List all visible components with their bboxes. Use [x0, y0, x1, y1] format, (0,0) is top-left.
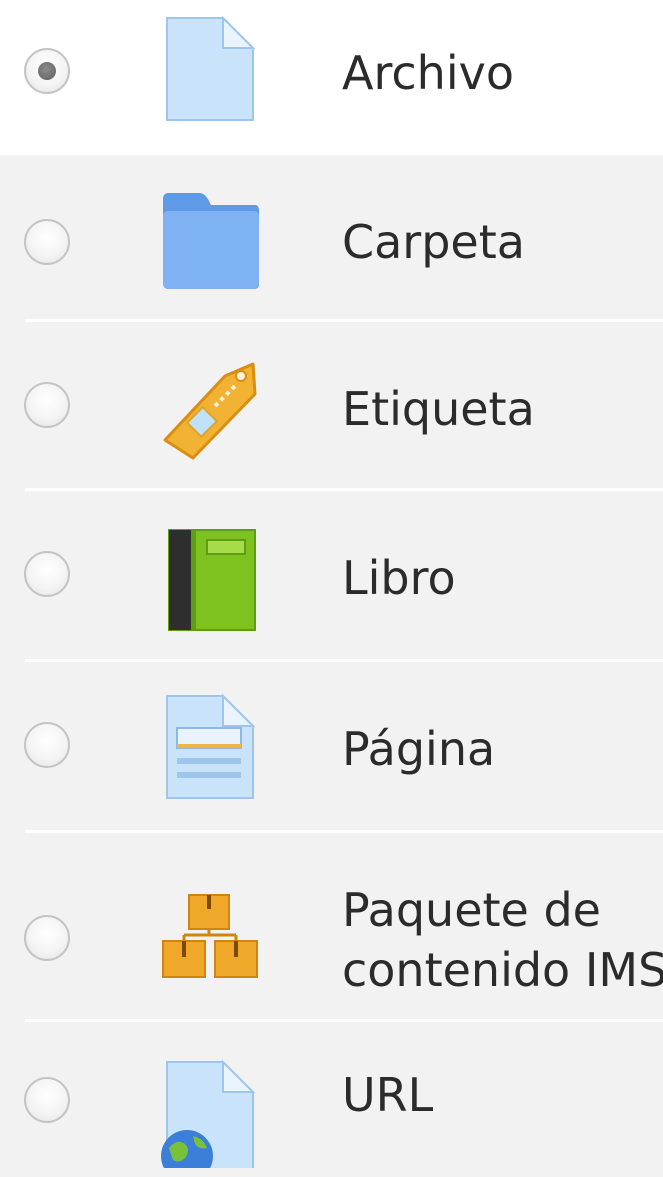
archivo-radio[interactable] [24, 48, 70, 94]
pagina-radio[interactable] [24, 722, 70, 768]
page-icon [155, 692, 265, 802]
option-label: Archivo [342, 46, 514, 100]
option-archivo[interactable]: Archivo [0, 0, 663, 155]
label-tag-icon [155, 354, 265, 464]
carpeta-radio[interactable] [24, 219, 70, 265]
file-icon [155, 14, 265, 124]
activity-type-list: Archivo Carpeta Etiqueta Libro Página Pa… [0, 0, 663, 1177]
libro-radio[interactable] [24, 551, 70, 597]
option-label-line1: Paquete de [342, 883, 601, 937]
option-label: Carpeta [342, 215, 525, 269]
option-paquete-ims[interactable]: Paquete de contenido IMS [0, 833, 663, 1021]
option-label: Etiqueta [342, 382, 535, 436]
ims-package-icon [155, 885, 265, 995]
folder-icon [155, 187, 265, 297]
option-pagina[interactable]: Página [0, 662, 663, 830]
option-url[interactable]: URL [0, 1022, 663, 1177]
option-label: URL [342, 1068, 434, 1122]
url-radio[interactable] [24, 1077, 70, 1123]
option-carpeta[interactable]: Carpeta [0, 155, 663, 321]
option-libro[interactable]: Libro [0, 491, 663, 659]
paquete-ims-radio[interactable] [24, 915, 70, 961]
option-label: Página [342, 722, 496, 776]
option-etiqueta[interactable]: Etiqueta [0, 322, 663, 490]
url-icon [155, 1058, 265, 1168]
etiqueta-radio[interactable] [24, 382, 70, 428]
option-label: Libro [342, 551, 456, 605]
book-icon [155, 526, 265, 636]
option-label-line2: contenido IMS [342, 943, 663, 997]
